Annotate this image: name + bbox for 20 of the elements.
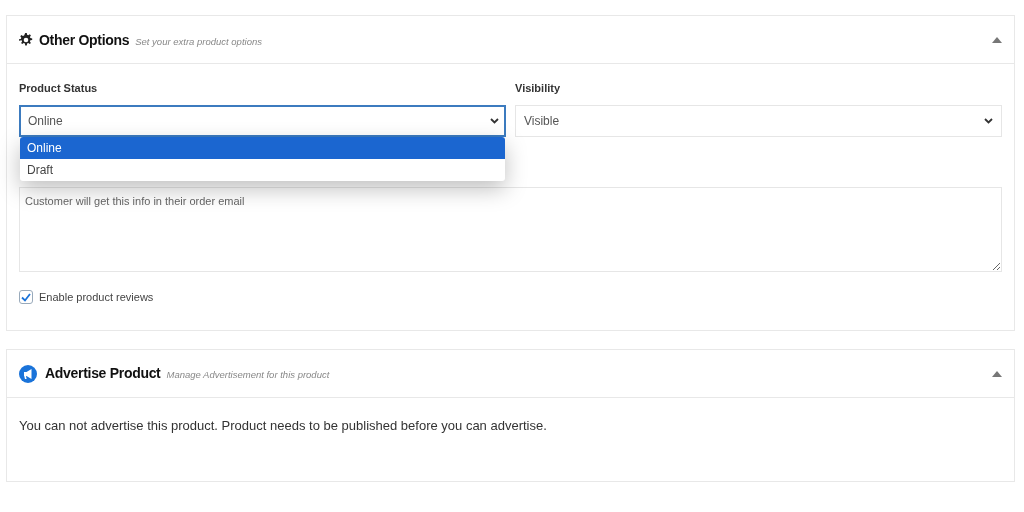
section-subtitle: Manage Advertisement for this product: [166, 368, 330, 380]
section-subtitle: Set your extra product options: [135, 35, 262, 47]
field-label: Product Status: [19, 82, 99, 94]
dropdown-option[interactable]: Draft: [20, 159, 505, 181]
select-field[interactable]: Online: [19, 105, 506, 137]
note-field[interactable]: Customer will get this info in their order email: [19, 187, 1002, 272]
checkbox[interactable]: [19, 290, 33, 304]
collapse-caret-icon[interactable]: [992, 370, 1002, 377]
field-label: Visibility: [515, 82, 562, 94]
megaphone-icon: [19, 364, 37, 383]
section-title: Advertise Product: [45, 364, 161, 381]
dropdown-option[interactable]: Online: [20, 137, 505, 159]
gear-icon: [19, 32, 33, 47]
checkbox-label: Enable product reviews: [39, 291, 154, 303]
section-title: Other Options: [39, 31, 130, 48]
select-field[interactable]: Visible: [515, 105, 1002, 137]
info-message: You can not advertise this product. Product needs to be published before you can advertise.: [18, 417, 548, 435]
chevron-down-icon: [490, 118, 499, 124]
collapse-caret-icon[interactable]: [992, 36, 1002, 43]
chevron-down-icon: [984, 118, 993, 124]
